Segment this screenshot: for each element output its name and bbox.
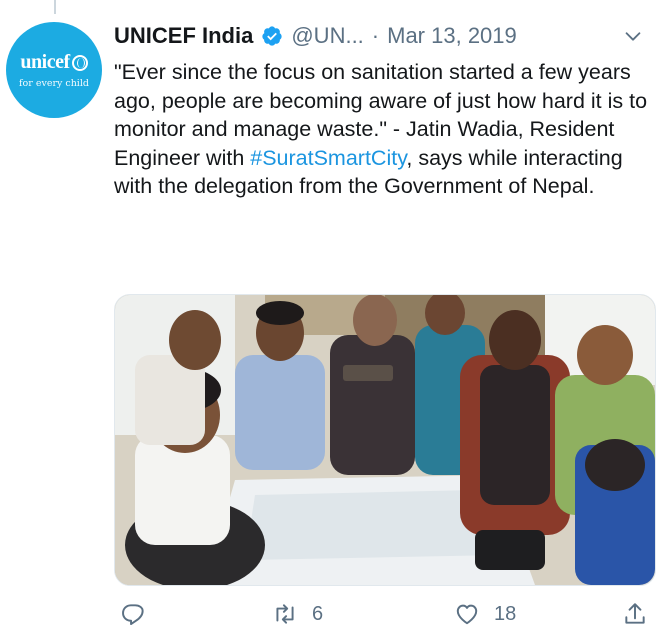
like-count: 18 xyxy=(494,602,517,625)
heart-icon xyxy=(456,604,478,625)
chevron-down-icon[interactable] xyxy=(622,25,644,47)
globe-icon xyxy=(71,54,88,71)
tweet-date[interactable]: Mar 13, 2019 xyxy=(387,23,517,49)
tweet-actions: 6 18 xyxy=(114,596,654,632)
tweet-photo[interactable] xyxy=(114,294,656,586)
share-icon xyxy=(625,603,645,624)
thread-connector-line xyxy=(54,0,56,14)
hashtag-link[interactable]: #SuratSmartCity xyxy=(250,146,406,170)
retweet-icon xyxy=(276,604,294,624)
reply-button[interactable] xyxy=(120,596,146,632)
photo-image xyxy=(115,295,655,585)
avatar[interactable]: unicef for every child xyxy=(6,22,102,118)
logo-tagline: for every child xyxy=(19,78,89,89)
author-handle[interactable]: @UN... xyxy=(291,23,363,49)
like-button[interactable]: 18 xyxy=(454,596,516,632)
tweet-header: UNICEF India @UN... · Mar 13, 2019 xyxy=(114,18,644,54)
share-button[interactable] xyxy=(622,596,648,632)
verified-badge-icon xyxy=(262,26,282,46)
tweet-text: "Ever since the focus on sanitation star… xyxy=(114,58,654,201)
retweet-button[interactable]: 6 xyxy=(272,596,323,632)
unicef-logo: unicef xyxy=(20,51,88,74)
reply-icon xyxy=(122,604,144,626)
author-name[interactable]: UNICEF India xyxy=(114,23,253,49)
retweet-count: 6 xyxy=(312,602,324,625)
header-separator: · xyxy=(371,23,380,48)
